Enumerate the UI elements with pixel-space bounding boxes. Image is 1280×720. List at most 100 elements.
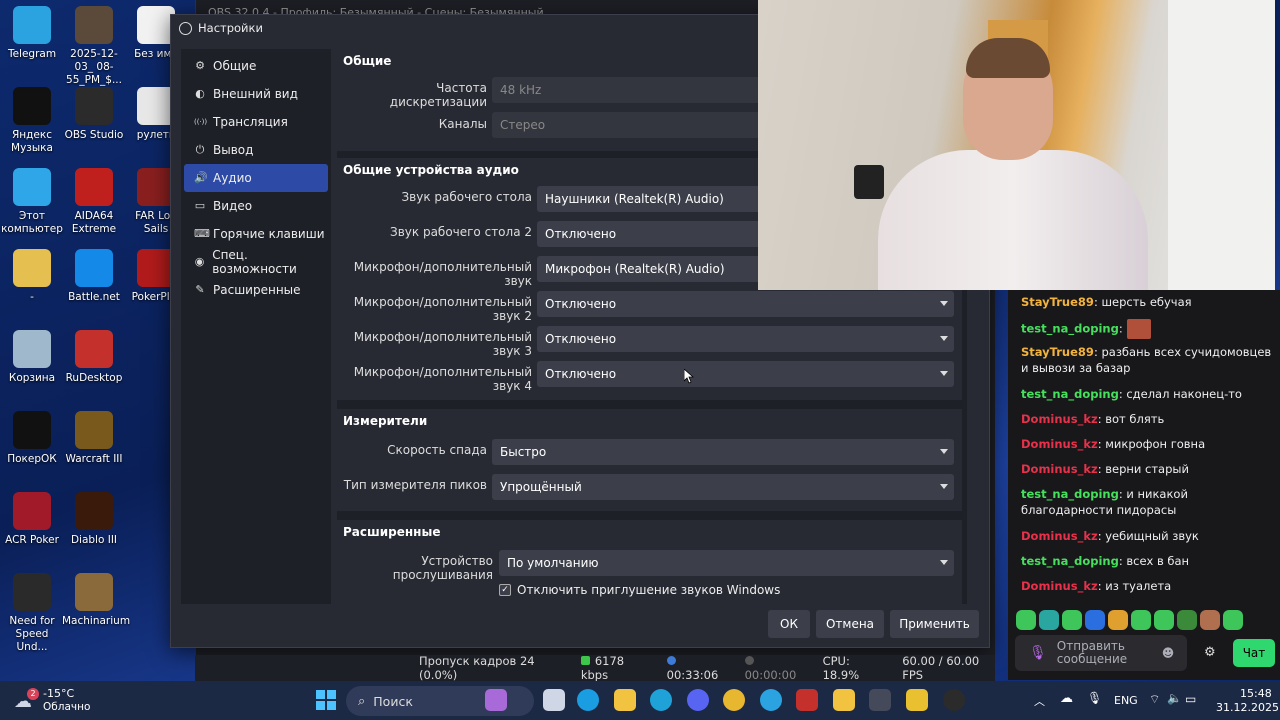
- volume-icon[interactable]: 🔈: [1167, 691, 1182, 705]
- device-select[interactable]: Отключено: [537, 326, 954, 352]
- sidebar-item[interactable]: ✎ Расширенные: [184, 276, 328, 304]
- emote-icon[interactable]: [1223, 610, 1243, 630]
- chat-input[interactable]: 🎙 Отправить сообщение ☻: [1015, 635, 1187, 671]
- device-select[interactable]: Отключено: [537, 361, 954, 387]
- chat-emote-icon: [1126, 319, 1151, 339]
- yandex-music-icon[interactable]: [833, 689, 855, 711]
- obs-taskbar-icon[interactable]: [943, 689, 965, 711]
- app-icon: [13, 168, 51, 206]
- desktop-icon[interactable]: Machinarium: [62, 573, 130, 628]
- chat-username[interactable]: Dominus_kz: [1021, 529, 1098, 543]
- chat-send-button[interactable]: Чат: [1233, 639, 1275, 667]
- desktop-icon[interactable]: 2025-12-03_ 08-55_PM_$...: [62, 6, 126, 87]
- desktop-icon[interactable]: OBS Studio: [62, 87, 126, 142]
- sidebar-item[interactable]: ⏻ Вывод: [184, 136, 328, 164]
- desktop-icon[interactable]: Этот компьютер: [0, 168, 64, 236]
- app-icon: [75, 168, 113, 206]
- chat-username[interactable]: StayTrue89: [1021, 295, 1094, 309]
- clock-date[interactable]: 31.12.2025: [1216, 701, 1279, 714]
- desktop-icon-label: Telegram: [7, 48, 57, 60]
- windows-start-icon[interactable]: [316, 690, 336, 710]
- monitor-device-select[interactable]: По умолчанию: [499, 550, 954, 576]
- fridge: [1168, 0, 1275, 290]
- sidebar-item[interactable]: ⌨ Горячие клавиши: [184, 220, 328, 248]
- cancel-button[interactable]: Отмена: [816, 610, 884, 638]
- microphone-tray-icon[interactable]: 🎙: [1087, 691, 1102, 705]
- sidebar-item[interactable]: ▭ Видео: [184, 192, 328, 220]
- sidebar-item[interactable]: 🔊 Аудио: [184, 164, 328, 192]
- desktop-icon[interactable]: ПокерОК: [0, 411, 64, 466]
- task-view-icon[interactable]: [543, 689, 565, 711]
- decay-select[interactable]: Быстро: [492, 439, 954, 465]
- group-meters-title: Измерители: [343, 414, 428, 428]
- emote-icon[interactable]: [1154, 610, 1174, 630]
- chat-username[interactable]: test_na_doping: [1021, 554, 1119, 568]
- battery-icon[interactable]: ▭: [1185, 692, 1196, 706]
- desktop-icon-label: ПокерОК: [7, 453, 57, 465]
- apply-button[interactable]: Применить: [890, 610, 979, 638]
- chat-username[interactable]: test_na_doping: [1021, 487, 1119, 501]
- language-indicator[interactable]: ENG: [1114, 694, 1138, 707]
- speaker-icon: 🔊: [194, 171, 208, 184]
- desktop-icon[interactable]: ACR Poker: [0, 492, 64, 547]
- weather-widget[interactable]: ☁ 2: [14, 685, 42, 713]
- emote-icon[interactable]: [1039, 610, 1059, 630]
- emote-icon[interactable]: [1016, 610, 1036, 630]
- emote-icon[interactable]: [1131, 610, 1151, 630]
- chevron-down-icon: [940, 336, 948, 341]
- emote-icon[interactable]: [1062, 610, 1082, 630]
- chat-username[interactable]: Dominus_kz: [1021, 437, 1098, 451]
- chat-username[interactable]: test_na_doping: [1021, 387, 1119, 401]
- edge-icon[interactable]: [577, 689, 599, 711]
- desktop-icon[interactable]: AIDA64 Extreme: [62, 168, 126, 236]
- device-select[interactable]: Отключено: [537, 291, 954, 317]
- chat-username[interactable]: test_na_doping: [1021, 322, 1119, 336]
- chat-username[interactable]: Dominus_kz: [1021, 579, 1098, 593]
- desktop-icon[interactable]: Warcraft III: [62, 411, 126, 466]
- peak-select[interactable]: Упрощённый: [492, 474, 954, 500]
- sidebar-item[interactable]: ⚙ Общие: [184, 52, 328, 80]
- edge-app-icon[interactable]: [650, 689, 672, 711]
- chrome-icon[interactable]: [723, 689, 745, 711]
- sidebar-item[interactable]: ◐ Внешний вид: [184, 80, 328, 108]
- sidebar-item[interactable]: ((·)) Трансляция: [184, 108, 328, 136]
- ducking-checkbox[interactable]: ✓ Отключить приглушение звуков Windows: [499, 583, 780, 597]
- obs-status-bar: Пропуск кадров 24 (0.0%) 6178 kbps 00:33…: [195, 654, 995, 682]
- tray-expand-icon[interactable]: ︿: [1034, 693, 1045, 709]
- news-widget-icon[interactable]: [485, 689, 507, 711]
- microphone-icon[interactable]: 🎙: [1029, 646, 1047, 660]
- desktop-icon[interactable]: Need for Speed Und...: [0, 573, 64, 654]
- chat-username[interactable]: Dominus_kz: [1021, 462, 1098, 476]
- desktop-icon[interactable]: Telegram: [0, 6, 64, 61]
- app-icon: [13, 87, 51, 125]
- emote-icon[interactable]: [1085, 610, 1105, 630]
- wifi-icon[interactable]: ⌔: [1149, 692, 1160, 707]
- emoji-icon[interactable]: ☻: [1162, 646, 1175, 660]
- settings-gear-icon[interactable]: ⚙: [1204, 645, 1216, 660]
- emote-icon[interactable]: [1108, 610, 1128, 630]
- desktop-icon[interactable]: Корзина: [0, 330, 64, 385]
- clock-time[interactable]: 15:48: [1240, 687, 1272, 700]
- chat-message: Dominus_kz: уебищный звук: [1021, 528, 1273, 544]
- desktop-icon[interactable]: Diablo III: [62, 492, 126, 547]
- chat-username[interactable]: Dominus_kz: [1021, 412, 1098, 426]
- stream-time: 00:33:06: [666, 654, 727, 682]
- rudesktop-icon[interactable]: [796, 689, 818, 711]
- emote-icon[interactable]: [1200, 610, 1220, 630]
- desktop-icon-label: OBS Studio: [64, 129, 124, 141]
- onedrive-icon[interactable]: ☁: [1060, 691, 1073, 706]
- cpu-z-icon[interactable]: [869, 689, 891, 711]
- desktop-icon[interactable]: -: [0, 249, 64, 304]
- ok-button[interactable]: ОК: [768, 610, 810, 638]
- desktop-icon[interactable]: Яндекс Музыка: [0, 87, 64, 155]
- sidebar-item[interactable]: ◉ Спец. возможности: [184, 248, 328, 276]
- desktop-icon[interactable]: Battle.net: [62, 249, 126, 304]
- telegram-icon[interactable]: [760, 689, 782, 711]
- desktop-icon[interactable]: RuDesktop: [62, 330, 126, 385]
- chat-username[interactable]: StayTrue89: [1021, 345, 1094, 359]
- desktop-icon-label: ACR Poker: [5, 534, 59, 546]
- file-explorer-icon[interactable]: [614, 689, 636, 711]
- game-icon[interactable]: [906, 689, 928, 711]
- discord-icon[interactable]: [687, 689, 709, 711]
- emote-icon[interactable]: [1177, 610, 1197, 630]
